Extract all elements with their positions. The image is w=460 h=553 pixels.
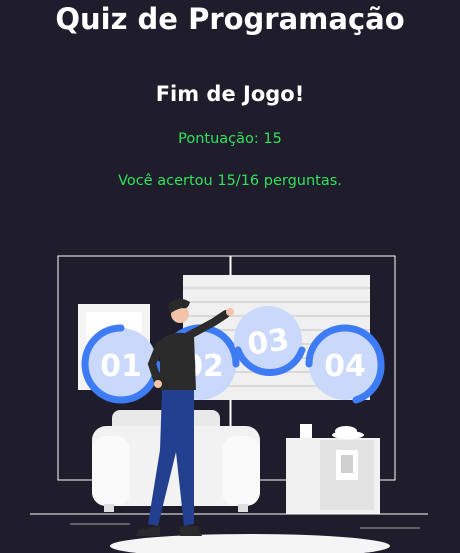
step-circle-04: 04 <box>305 324 385 404</box>
step-label-03: 03 <box>245 322 291 362</box>
step-label-01: 01 <box>100 349 142 384</box>
score-text: Pontuação: 15 <box>178 131 282 147</box>
step-label-04: 04 <box>324 349 366 384</box>
page-title: Quiz de Programação <box>55 2 405 36</box>
rug <box>110 534 390 553</box>
game-over-heading: Fim de Jogo! <box>155 82 305 106</box>
side-table <box>286 424 380 514</box>
step-circle-03: 03 <box>234 306 306 377</box>
game-over-illustration: 01 02 03 04 <box>0 240 460 553</box>
result-text: Você acertou 15/16 perguntas. <box>118 173 342 189</box>
step-circle-01: 01 <box>81 324 161 404</box>
